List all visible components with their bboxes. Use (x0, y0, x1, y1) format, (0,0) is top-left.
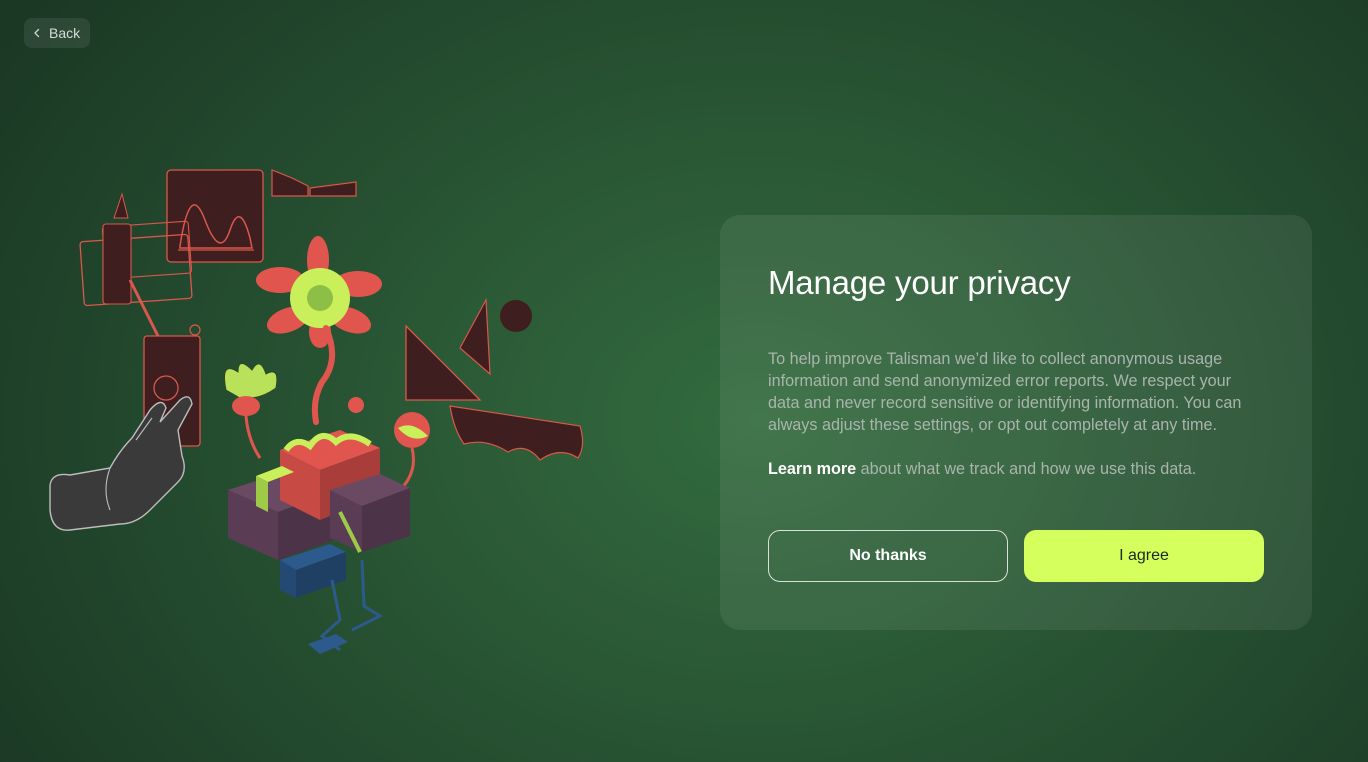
chart-panel-graphic (166, 169, 264, 263)
learn-more-suffix: about what we track and how we use this … (856, 460, 1197, 478)
privacy-illustration (40, 160, 600, 680)
i-agree-button[interactable]: I agree (1024, 530, 1264, 582)
privacy-card: Manage your privacy To help improve Tali… (720, 215, 1312, 630)
geometric-shapes-graphic (405, 297, 584, 461)
plant-graphic (224, 363, 278, 459)
chevron-left-icon (33, 28, 41, 38)
learn-more-link[interactable]: Learn more (768, 460, 856, 478)
back-button[interactable]: Back (24, 18, 90, 48)
privacy-description: To help improve Talisman we’d like to co… (768, 350, 1242, 434)
back-button-label: Back (49, 25, 81, 41)
hand-graphic (49, 396, 193, 531)
page-title: Manage your privacy (768, 264, 1071, 301)
no-thanks-button[interactable]: No thanks (768, 530, 1008, 582)
consent-buttons: No thanks I agree (768, 530, 1264, 582)
blocks-graphic (228, 430, 410, 654)
learn-more-text: Learn more about what we track and how w… (768, 458, 1264, 480)
flower-graphic (256, 236, 382, 425)
